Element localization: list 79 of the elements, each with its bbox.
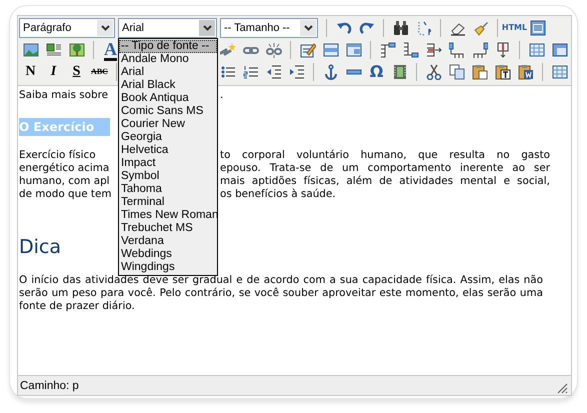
binoculars-icon[interactable]: [392, 20, 408, 36]
insert-row-after-icon[interactable]: [402, 42, 418, 58]
font-option[interactable]: Times New Roman: [119, 209, 217, 222]
bold-button[interactable]: N: [25, 65, 36, 79]
section-heading: Dica: [19, 236, 61, 258]
tree-picture-icon[interactable]: [68, 42, 84, 58]
unlink-icon[interactable]: [266, 42, 282, 58]
undo-icon[interactable]: [336, 20, 352, 36]
body-text: to corporal voluntário humano, que resulta no gasto: [220, 149, 550, 162]
window-icon[interactable]: [530, 20, 546, 36]
copy-icon[interactable]: [448, 64, 464, 80]
font-option[interactable]: Trebuchet MS: [119, 222, 217, 235]
font-option[interactable]: Terminal: [119, 196, 217, 209]
indent-icon[interactable]: [288, 64, 304, 80]
resize-grip-icon[interactable]: [557, 383, 568, 394]
font-option[interactable]: Impact: [119, 157, 217, 170]
paste-icon[interactable]: [472, 64, 488, 80]
special-character-button[interactable]: Ω: [370, 65, 384, 79]
body-text: de modo que tem: [19, 188, 112, 201]
font-option[interactable]: -- Tipo de fonte --: [119, 40, 217, 53]
chevron-down-icon: [202, 25, 212, 31]
font-option[interactable]: Courier New: [119, 118, 217, 131]
body-text: energético acima: [19, 162, 110, 175]
anchor-icon[interactable]: [322, 64, 338, 80]
element-path: Caminho: p: [20, 380, 79, 392]
font-size-select[interactable]: -- Tamanho --: [220, 18, 318, 38]
paragraph-format-select[interactable]: Parágrafo: [19, 18, 115, 38]
font-option[interactable]: Helvetica: [119, 144, 217, 157]
font-option[interactable]: Arial: [119, 66, 217, 79]
font-option[interactable]: Webdings: [119, 248, 217, 261]
picture-icon[interactable]: [22, 42, 38, 58]
strike-abc-button[interactable]: ABC: [91, 65, 108, 79]
body-text: mais aptidões físicas, além de atividades mental e social,: [220, 175, 550, 188]
chevron-down-icon: [100, 25, 110, 31]
font-option[interactable]: Georgia: [119, 131, 217, 144]
chevron-down-icon: [304, 25, 312, 31]
delete-row-icon[interactable]: [426, 42, 442, 58]
table-icon[interactable]: [552, 64, 568, 80]
body-text: os benefícios à saúde.: [220, 188, 337, 201]
body-text: epouso. Trata-se de um comportamento inerente ao ser: [220, 162, 550, 175]
font-option[interactable]: Tahoma: [119, 183, 217, 196]
font-option[interactable]: Symbol: [119, 170, 217, 183]
table-cell-icon[interactable]: [346, 42, 362, 58]
redo-icon[interactable]: [358, 20, 374, 36]
body-text: humano, com apl: [19, 175, 111, 188]
font-option[interactable]: Comic Sans MS: [119, 105, 217, 118]
link-star-icon[interactable]: [220, 42, 236, 58]
font-select[interactable]: Arial: [118, 18, 217, 38]
body-text: Saiba mais sobre: [19, 89, 110, 102]
table-properties-icon[interactable]: [552, 42, 568, 58]
picture-text-icon[interactable]: [46, 42, 62, 58]
table-icon[interactable]: [528, 42, 544, 58]
font-option[interactable]: Andale Mono: [119, 53, 217, 66]
insert-column-before-icon[interactable]: [448, 42, 464, 58]
brush-icon[interactable]: [472, 20, 488, 36]
insert-column-after-icon[interactable]: [472, 42, 488, 58]
film-icon[interactable]: [392, 64, 408, 80]
font-option[interactable]: Verdana: [119, 235, 217, 248]
highlighted-heading: O Exercício: [19, 118, 110, 136]
replace-icon[interactable]: [416, 20, 432, 36]
scissors-icon[interactable]: [426, 64, 442, 80]
delete-column-icon[interactable]: [494, 42, 510, 58]
insert-row-before-icon[interactable]: [380, 42, 396, 58]
outdent-icon[interactable]: [266, 64, 282, 80]
paste-text-icon[interactable]: [494, 64, 510, 80]
strikethrough-button[interactable]: S: [72, 65, 80, 79]
body-text: Exercício físico: [19, 149, 97, 162]
paste-word-icon[interactable]: [518, 64, 534, 80]
edit-form-icon[interactable]: [300, 42, 316, 58]
table-row-icon[interactable]: [322, 42, 338, 58]
font-option[interactable]: Arial Black: [119, 79, 217, 92]
html-button[interactable]: HTML: [502, 21, 528, 35]
italic-button[interactable]: I: [50, 65, 56, 79]
font-option[interactable]: Book Antiqua: [119, 92, 217, 105]
font-option[interactable]: Wingdings: [119, 261, 217, 274]
body-text: .: [220, 89, 224, 102]
numbered-list-icon[interactable]: [242, 64, 258, 80]
body-paragraph: O início das atividades deve ser gradual e de acordo com a sua capacidade física. Assim, elas não serão um peso para você. Pelo contrário, se você souber aproveitar este momento, elas serão uma fonte de prazer diário.: [19, 274, 543, 313]
bullet-list-icon[interactable]: [220, 64, 236, 80]
